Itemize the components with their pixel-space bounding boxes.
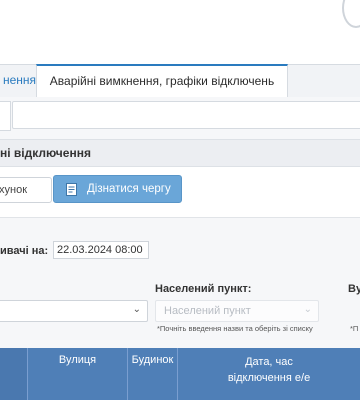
date-row: ивачі на: 22.03.2024 08:00 <box>0 237 360 263</box>
settlement-select[interactable]: Населений пункт ⌄ <box>155 300 319 322</box>
section-title: ні відключення <box>0 146 91 160</box>
date-field[interactable]: 22.03.2024 08:00 <box>53 241 149 259</box>
street-hint: *П <box>350 324 359 333</box>
date-label: ивачі на: <box>0 245 49 257</box>
document-icon <box>66 183 77 196</box>
street-label: Ву <box>348 283 360 295</box>
datetime-line-2: відключення е/е <box>227 372 311 384</box>
settlement-placeholder: Населений пункт <box>164 305 251 317</box>
search-panel: хунок Дізнатися чергу <box>0 167 360 218</box>
datetime-line-1: Дата, час <box>245 356 293 368</box>
tab-outages[interactable]: нення <box>0 65 36 97</box>
tab-bar: нення Аварійні вимкнення, графіки відклю… <box>0 64 360 98</box>
section-header: ні відключення <box>0 139 360 167</box>
find-queue-label: Дізнатися чергу <box>87 183 171 195</box>
info-bar <box>12 101 360 129</box>
logo-fragment <box>342 0 360 28</box>
table-col-street: Вулиця <box>28 348 128 400</box>
top-bar <box>0 0 360 64</box>
tab-label: Аварійні вимкнення, графіки відключень <box>49 74 275 88</box>
tab-label: нення <box>2 73 36 87</box>
chevron-down-icon: ⌄ <box>132 304 141 315</box>
settlement-label: Населений пункт: <box>155 283 252 295</box>
tab-emergency-schedules[interactable]: Аварійні вимкнення, графіки відключень <box>36 64 288 98</box>
settlement-hint: *Почніть введення назви та оберіть зі сп… <box>157 324 313 333</box>
find-queue-button[interactable]: Дізнатися чергу <box>53 175 182 203</box>
table-header: Вулиця Будинок Дата, час відключення е/е <box>0 348 360 400</box>
table-col-first <box>0 348 28 400</box>
region-select[interactable]: ⌄ <box>0 300 148 322</box>
table-col-datetime: Дата, час відключення е/е <box>178 348 360 400</box>
table-col-building: Будинок <box>128 348 178 400</box>
main-content: ні відключення хунок Дізнатися чергу ива… <box>0 97 360 400</box>
account-input[interactable]: хунок <box>0 177 52 203</box>
panel-edge <box>0 101 11 131</box>
chevron-down-icon: ⌄ <box>303 304 312 315</box>
